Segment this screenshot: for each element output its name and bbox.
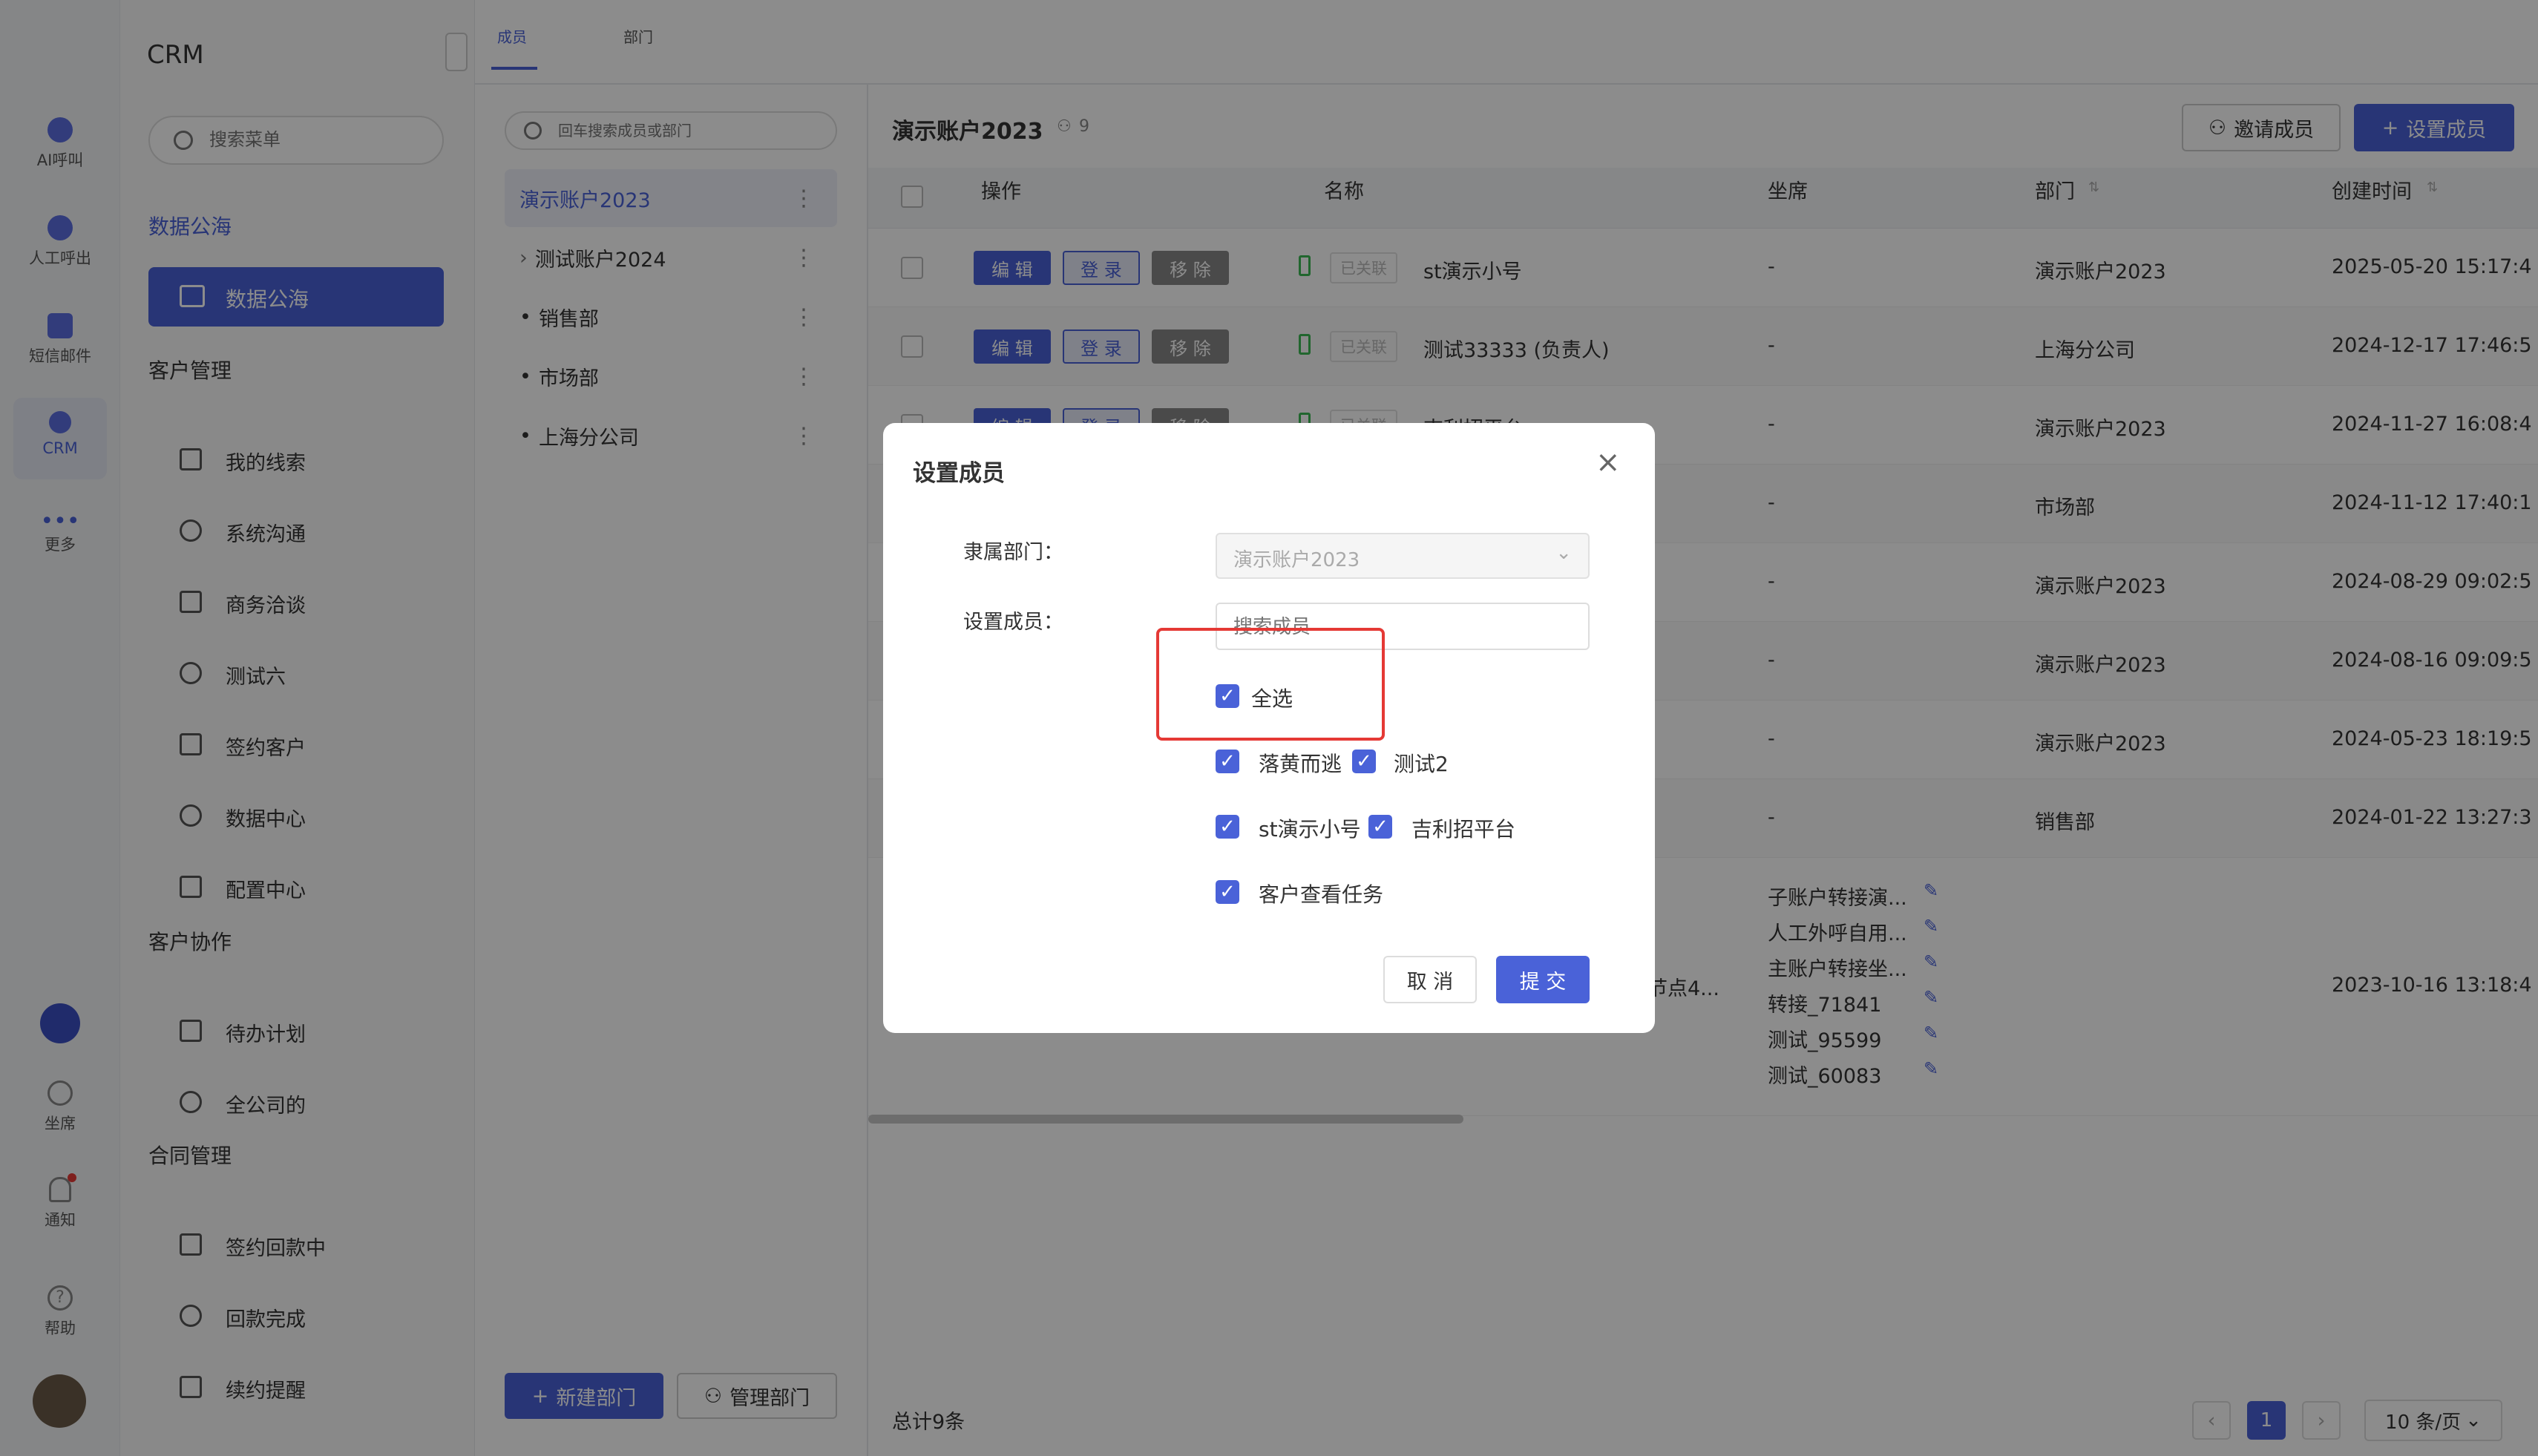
option-label: 落黄而逃	[1259, 752, 1342, 776]
option-checkbox[interactable]: ✓	[1216, 750, 1239, 773]
highlight-box	[1156, 628, 1385, 741]
dialog-title: 设置成员	[913, 460, 1005, 487]
option-checkbox[interactable]: ✓	[1216, 880, 1239, 904]
submit-button[interactable]: 提 交	[1496, 956, 1590, 1003]
dept-select: 演示账户2023 ⌄	[1216, 533, 1590, 579]
option-label: st演示小号	[1259, 817, 1361, 842]
close-icon[interactable]: ×	[1596, 445, 1621, 479]
dept-select-value: 演示账户2023	[1233, 549, 1360, 571]
option-checkbox[interactable]: ✓	[1352, 750, 1376, 773]
cancel-button[interactable]: 取 消	[1383, 956, 1477, 1003]
option-checkbox[interactable]: ✓	[1368, 815, 1392, 839]
member-label: 设置成员：	[963, 611, 1063, 634]
option-checkbox[interactable]: ✓	[1216, 815, 1239, 839]
dept-label: 隶属部门：	[963, 541, 1063, 564]
option-label: 吉利招平台	[1411, 817, 1516, 842]
option-label: 测试2	[1394, 752, 1449, 776]
chevron-down-icon: ⌄	[1555, 542, 1572, 564]
set-member-dialog: 设置成员 × 隶属部门： 演示账户2023 ⌄ 设置成员： ✓ 全选 ✓ 落黄而…	[883, 423, 1655, 1033]
option-label: 客户查看任务	[1259, 882, 1384, 907]
